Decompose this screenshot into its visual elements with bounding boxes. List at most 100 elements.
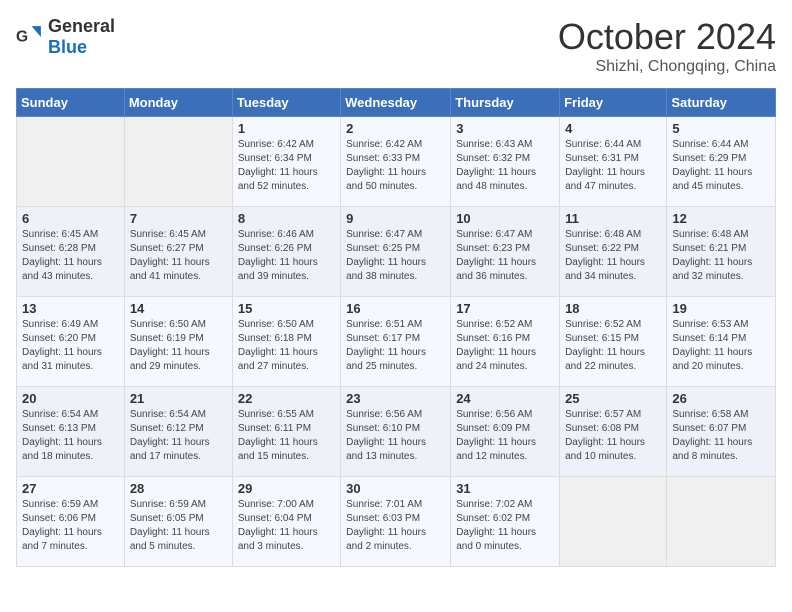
calendar-cell: 16Sunrise: 6:51 AM Sunset: 6:17 PM Dayli… xyxy=(341,297,451,387)
cell-info: Sunrise: 6:42 AM Sunset: 6:34 PM Dayligh… xyxy=(238,138,335,194)
day-number: 13 xyxy=(22,301,119,316)
day-number: 4 xyxy=(565,121,661,136)
day-number: 11 xyxy=(565,211,661,226)
calendar-cell: 23 Sunrise: 6:56 AM Sunset: 6:10 PM Dayli… xyxy=(341,387,451,477)
calendar-cell xyxy=(667,477,776,567)
cell-info: Sunrise: 6:47 AM Sunset: 6:25 PM Dayligh… xyxy=(346,228,445,284)
cell-info: Sunrise: 7:01 AM Sunset: 6:03 PM Dayligh… xyxy=(346,498,445,554)
day-number: 18 xyxy=(565,301,661,316)
cell-info: Sunrise: 6:59 AM Sunset: 6:05 PM Dayligh… xyxy=(130,498,227,554)
day-number: 31 xyxy=(456,481,554,496)
cell-info: Sunrise: 6:45 AM Sunset: 6:27 PM Dayligh… xyxy=(130,228,227,284)
logo-general: General xyxy=(48,16,115,36)
location-title: Shizhi, Chongqing, China xyxy=(558,58,776,76)
calendar-cell: 7 Sunrise: 6:45 AM Sunset: 6:27 PM Daylig… xyxy=(124,207,232,297)
calendar-cell: 28 Sunrise: 6:59 AM Sunset: 6:05 PM Dayli… xyxy=(124,477,232,567)
cell-info: Sunrise: 6:58 AM Sunset: 6:07 PM Dayligh… xyxy=(672,408,770,464)
cell-info: Sunrise: 6:54 AM Sunset: 6:13 PM Dayligh… xyxy=(22,408,119,464)
calendar-table: SundayMondayTuesdayWednesdayThursdayFrid… xyxy=(16,88,776,567)
day-number: 7 xyxy=(130,211,227,226)
weekday-header: Thursday xyxy=(451,89,560,117)
cell-info: Sunrise: 7:00 AM Sunset: 6:04 PM Dayligh… xyxy=(238,498,335,554)
day-number: 27 xyxy=(22,481,119,496)
day-number: 9 xyxy=(346,211,445,226)
day-number: 23 xyxy=(346,391,445,406)
day-number: 16 xyxy=(346,301,445,316)
day-number: 28 xyxy=(130,481,227,496)
cell-info: Sunrise: 6:43 AM Sunset: 6:32 PM Dayligh… xyxy=(456,138,554,194)
day-number: 17 xyxy=(456,301,554,316)
calendar-cell: 9 Sunrise: 6:47 AM Sunset: 6:25 PM Daylig… xyxy=(341,207,451,297)
calendar-cell xyxy=(560,477,667,567)
calendar-cell: 15Sunrise: 6:50 AM Sunset: 6:18 PM Dayli… xyxy=(232,297,340,387)
cell-info: Sunrise: 6:52 AM Sunset: 6:16 PM Dayligh… xyxy=(456,318,554,374)
calendar-cell: 4Sunrise: 6:44 AM Sunset: 6:31 PM Daylig… xyxy=(560,117,667,207)
day-number: 19 xyxy=(672,301,770,316)
cell-info: Sunrise: 6:48 AM Sunset: 6:22 PM Dayligh… xyxy=(565,228,661,284)
day-number: 26 xyxy=(672,391,770,406)
calendar-cell: 24 Sunrise: 6:56 AM Sunset: 6:09 PM Dayli… xyxy=(451,387,560,477)
calendar-week-row: 13 Sunrise: 6:49 AM Sunset: 6:20 PM Dayli… xyxy=(17,297,776,387)
day-number: 12 xyxy=(672,211,770,226)
calendar-cell: 3 Sunrise: 6:43 AM Sunset: 6:32 PM Daylig… xyxy=(451,117,560,207)
calendar-cell: 10Sunrise: 6:47 AM Sunset: 6:23 PM Dayli… xyxy=(451,207,560,297)
cell-info: Sunrise: 6:49 AM Sunset: 6:20 PM Dayligh… xyxy=(22,318,119,374)
day-number: 8 xyxy=(238,211,335,226)
month-title: October 2024 xyxy=(558,16,776,58)
calendar-cell xyxy=(17,117,125,207)
calendar-cell: 11 Sunrise: 6:48 AM Sunset: 6:22 PM Dayli… xyxy=(560,207,667,297)
calendar-cell: 22 Sunrise: 6:55 AM Sunset: 6:11 PM Dayli… xyxy=(232,387,340,477)
calendar-header: SundayMondayTuesdayWednesdayThursdayFrid… xyxy=(17,89,776,117)
svg-text:G: G xyxy=(16,29,28,46)
day-number: 14 xyxy=(130,301,227,316)
cell-info: Sunrise: 6:55 AM Sunset: 6:11 PM Dayligh… xyxy=(238,408,335,464)
header: G General Blue October 2024 Shizhi, Chon… xyxy=(16,16,776,76)
logo-text: General Blue xyxy=(48,16,115,58)
calendar-cell: 25Sunrise: 6:57 AM Sunset: 6:08 PM Dayli… xyxy=(560,387,667,477)
calendar-cell: 30Sunrise: 7:01 AM Sunset: 6:03 PM Dayli… xyxy=(341,477,451,567)
calendar-cell: 17 Sunrise: 6:52 AM Sunset: 6:16 PM Dayli… xyxy=(451,297,560,387)
weekday-header: Friday xyxy=(560,89,667,117)
calendar-cell: 13 Sunrise: 6:49 AM Sunset: 6:20 PM Dayli… xyxy=(17,297,125,387)
calendar-week-row: 20 Sunrise: 6:54 AM Sunset: 6:13 PM Dayli… xyxy=(17,387,776,477)
calendar-cell: 8Sunrise: 6:46 AM Sunset: 6:26 PM Daylig… xyxy=(232,207,340,297)
calendar-cell: 20 Sunrise: 6:54 AM Sunset: 6:13 PM Dayli… xyxy=(17,387,125,477)
day-number: 21 xyxy=(130,391,227,406)
title-area: October 2024 Shizhi, Chongqing, China xyxy=(558,16,776,76)
cell-info: Sunrise: 6:45 AM Sunset: 6:28 PM Dayligh… xyxy=(22,228,119,284)
calendar-cell: 21 Sunrise: 6:54 AM Sunset: 6:12 PM Dayli… xyxy=(124,387,232,477)
cell-info: Sunrise: 6:52 AM Sunset: 6:15 PM Dayligh… xyxy=(565,318,661,374)
cell-info: Sunrise: 6:56 AM Sunset: 6:09 PM Dayligh… xyxy=(456,408,554,464)
calendar-cell: 6 Sunrise: 6:45 AM Sunset: 6:28 PM Daylig… xyxy=(17,207,125,297)
day-number: 22 xyxy=(238,391,335,406)
cell-info: Sunrise: 6:44 AM Sunset: 6:29 PM Dayligh… xyxy=(672,138,770,194)
day-number: 6 xyxy=(22,211,119,226)
calendar-cell: 14 Sunrise: 6:50 AM Sunset: 6:19 PM Dayli… xyxy=(124,297,232,387)
calendar-week-row: 1Sunrise: 6:42 AM Sunset: 6:34 PM Daylig… xyxy=(17,117,776,207)
day-number: 24 xyxy=(456,391,554,406)
cell-info: Sunrise: 7:02 AM Sunset: 6:02 PM Dayligh… xyxy=(456,498,554,554)
cell-info: Sunrise: 6:56 AM Sunset: 6:10 PM Dayligh… xyxy=(346,408,445,464)
day-number: 29 xyxy=(238,481,335,496)
calendar-cell: 31 Sunrise: 7:02 AM Sunset: 6:02 PM Dayli… xyxy=(451,477,560,567)
cell-info: Sunrise: 6:54 AM Sunset: 6:12 PM Dayligh… xyxy=(130,408,227,464)
cell-info: Sunrise: 6:59 AM Sunset: 6:06 PM Dayligh… xyxy=(22,498,119,554)
logo-icon: G xyxy=(16,23,44,51)
day-number: 3 xyxy=(456,121,554,136)
cell-info: Sunrise: 6:50 AM Sunset: 6:19 PM Dayligh… xyxy=(130,318,227,374)
cell-info: Sunrise: 6:48 AM Sunset: 6:21 PM Dayligh… xyxy=(672,228,770,284)
weekday-header: Monday xyxy=(124,89,232,117)
calendar-cell: 26 Sunrise: 6:58 AM Sunset: 6:07 PM Dayli… xyxy=(667,387,776,477)
calendar-cell: 2Sunrise: 6:42 AM Sunset: 6:33 PM Daylig… xyxy=(341,117,451,207)
calendar-body: 1Sunrise: 6:42 AM Sunset: 6:34 PM Daylig… xyxy=(17,117,776,567)
cell-info: Sunrise: 6:42 AM Sunset: 6:33 PM Dayligh… xyxy=(346,138,445,194)
day-number: 20 xyxy=(22,391,119,406)
calendar-week-row: 27 Sunrise: 6:59 AM Sunset: 6:06 PM Dayli… xyxy=(17,477,776,567)
weekday-header: Saturday xyxy=(667,89,776,117)
logo: G General Blue xyxy=(16,16,115,58)
calendar-cell: 1Sunrise: 6:42 AM Sunset: 6:34 PM Daylig… xyxy=(232,117,340,207)
weekday-header: Tuesday xyxy=(232,89,340,117)
logo-blue: Blue xyxy=(48,37,87,57)
day-number: 10 xyxy=(456,211,554,226)
day-number: 15 xyxy=(238,301,335,316)
